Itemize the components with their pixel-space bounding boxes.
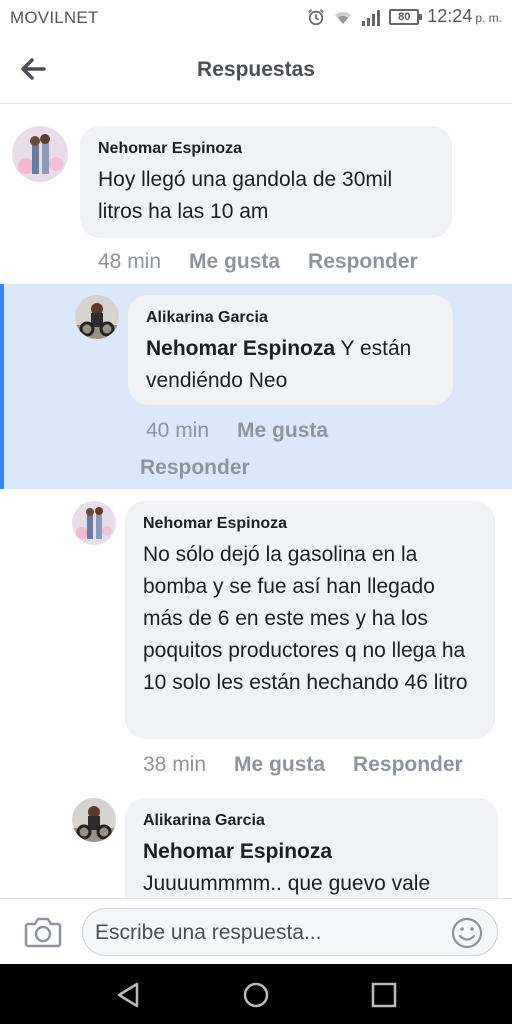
comment-time: 38 min xyxy=(143,753,207,776)
battery-icon: 80 xyxy=(389,8,423,25)
comment-author[interactable]: Alikarina Garcia xyxy=(143,812,480,830)
comment-actions: 40 min Me gusta xyxy=(146,419,328,443)
like-button[interactable]: Me gusta xyxy=(237,419,328,443)
mention-link[interactable]: Nehomar Espinoza xyxy=(143,840,332,863)
wifi-icon xyxy=(335,11,352,24)
page-title: Respuestas xyxy=(197,58,315,81)
comment-text: Hoy llegó una gandola de 30mil litros ha… xyxy=(98,168,393,223)
comment-time: 48 min xyxy=(98,250,162,273)
comment-actions: 48 min Me gusta Responder xyxy=(98,250,418,274)
comment-body: Juuuummmm.. que guevo vale xyxy=(143,872,431,895)
reply-button[interactable]: Responder xyxy=(140,456,250,480)
comment-bubble[interactable]: Nehomar Espinoza Hoy llegó una gandola d… xyxy=(80,126,452,238)
camera-icon[interactable] xyxy=(24,916,62,948)
signal-icon xyxy=(362,9,381,26)
comment-actions: 38 min Me gusta Responder xyxy=(143,753,463,777)
comment-bubble[interactable]: Alikarina Garcia Nehomar Espinoza Y está… xyxy=(128,295,453,405)
comment-text: Nehomar Espinoza Y están vendiéndo Neo xyxy=(146,333,435,397)
system-nav-bar xyxy=(0,964,512,1024)
emoji-icon[interactable] xyxy=(451,917,483,949)
carrier-name: MOVILNET xyxy=(10,8,99,27)
status-bar: MOVILNET 80 12:24 p. m. xyxy=(0,0,512,34)
comment-author[interactable]: Nehomar Espinoza xyxy=(143,515,477,533)
like-button[interactable]: Me gusta xyxy=(234,753,325,777)
comment-text: Nehomar Espinoza Juuuummmm.. que guevo va… xyxy=(143,836,480,898)
header: Respuestas xyxy=(0,34,512,104)
avatar-photo xyxy=(72,501,116,545)
comment-author[interactable]: Alikarina Garcia xyxy=(146,309,435,327)
status-icons: 80 12:24 p. m. xyxy=(307,6,502,27)
recents-square-icon[interactable] xyxy=(369,980,399,1010)
avatar-photo xyxy=(72,798,116,842)
avatar[interactable] xyxy=(75,295,119,339)
reply-composer: Escribe una respuesta... xyxy=(0,898,512,964)
comment-bubble[interactable]: Nehomar Espinoza No sólo dejó la gasolin… xyxy=(125,501,495,739)
comment-bubble[interactable]: Alikarina Garcia Nehomar Espinoza Juuuumm… xyxy=(125,798,498,898)
reply-button[interactable]: Responder xyxy=(353,753,463,777)
highlight-indicator xyxy=(0,284,4,489)
comment-text: No sólo dejó la gasolina en la bomba y s… xyxy=(143,543,468,694)
clock: 12:24 p. m. xyxy=(427,6,502,26)
reply-input-placeholder: Escribe una respuesta... xyxy=(95,921,322,944)
avatar[interactable] xyxy=(72,798,116,842)
reply-input[interactable]: Escribe una respuesta... xyxy=(82,908,498,956)
alarm-icon xyxy=(308,8,325,25)
avatar-photo xyxy=(12,126,68,182)
mention-link[interactable]: Nehomar Espinoza xyxy=(146,337,335,360)
avatar[interactable] xyxy=(72,501,116,545)
reply-button[interactable]: Responder xyxy=(308,250,418,274)
comment-author[interactable]: Nehomar Espinoza xyxy=(98,140,434,158)
avatar[interactable] xyxy=(12,126,68,182)
comment-time: 40 min xyxy=(146,419,210,442)
back-triangle-icon[interactable] xyxy=(113,980,143,1010)
avatar-photo xyxy=(75,295,119,339)
home-circle-icon[interactable] xyxy=(241,980,271,1010)
like-button[interactable]: Me gusta xyxy=(189,250,280,274)
replies-list[interactable]: Nehomar Espinoza Hoy llegó una gandola d… xyxy=(0,104,512,898)
comment-actions-wrap: Responder xyxy=(140,456,250,480)
